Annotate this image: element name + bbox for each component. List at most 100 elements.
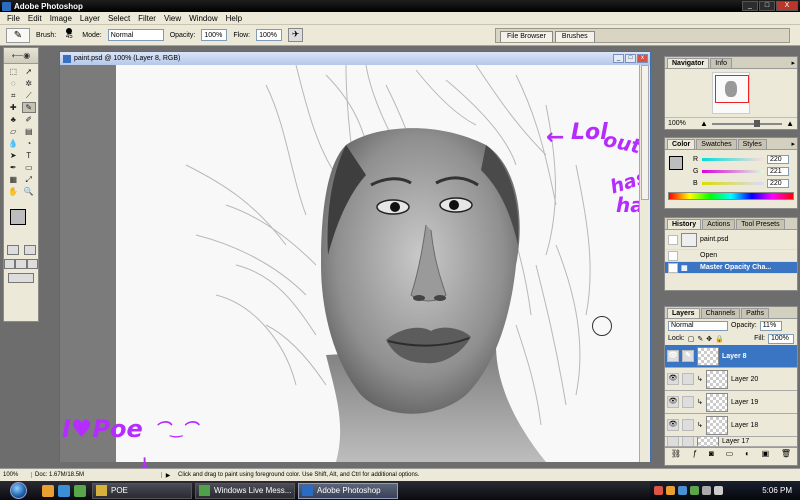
- tab-navigator[interactable]: Navigator: [667, 58, 710, 68]
- zoom-out-icon[interactable]: ▲: [700, 119, 708, 128]
- zoom-slider[interactable]: [711, 119, 783, 127]
- start-button[interactable]: [0, 481, 36, 500]
- layer-row-layer-8[interactable]: 👁 ✎ Layer 8: [665, 345, 797, 368]
- standard-mode-icon[interactable]: [6, 245, 19, 255]
- slice-tool-icon[interactable]: ⟋: [22, 90, 37, 101]
- mask-icon[interactable]: ◙: [709, 449, 714, 458]
- jump-to-imageready-icon[interactable]: [8, 273, 34, 283]
- blend-mode-select[interactable]: Normal: [668, 320, 728, 331]
- menu-help[interactable]: Help: [222, 14, 246, 23]
- maximize-button[interactable]: □: [759, 1, 775, 11]
- crop-tool-icon[interactable]: ⌗: [6, 90, 21, 101]
- layer-visibility-eye-icon[interactable]: 👁: [667, 350, 679, 362]
- layer-visibility-eye-icon[interactable]: 👁: [667, 373, 679, 385]
- foreground-color-swatch[interactable]: [10, 209, 26, 225]
- type-tool-icon[interactable]: T: [22, 150, 37, 161]
- close-button[interactable]: X: [776, 1, 798, 11]
- tab-history[interactable]: History: [667, 219, 702, 229]
- status-zoom[interactable]: 100%: [0, 472, 32, 478]
- lock-transparency-icon[interactable]: ▢: [688, 335, 695, 343]
- menu-layer[interactable]: Layer: [76, 14, 104, 23]
- eraser-tool-icon[interactable]: ▱: [6, 126, 21, 137]
- fill-field[interactable]: 100%: [768, 333, 794, 344]
- color-spectrum[interactable]: [668, 192, 794, 200]
- network-icon[interactable]: [702, 486, 711, 495]
- menu-filter[interactable]: Filter: [134, 14, 160, 23]
- lock-paint-icon[interactable]: ✎: [697, 335, 703, 343]
- menu-window[interactable]: Window: [185, 14, 221, 23]
- tab-channels[interactable]: Channels: [700, 308, 741, 318]
- toolbox-header[interactable]: ⟵◉: [4, 48, 38, 64]
- status-menu-arrow-icon[interactable]: ▶: [162, 472, 174, 479]
- task-windows-live-messenger[interactable]: Windows Live Mess...: [195, 482, 295, 499]
- lasso-tool-icon[interactable]: ◌: [6, 78, 21, 89]
- tab-actions[interactable]: Actions: [702, 219, 736, 229]
- magic-wand-tool-icon[interactable]: ✲: [22, 78, 37, 89]
- navigator-zoom[interactable]: 100%: [668, 120, 696, 127]
- color-slider-r[interactable]: [702, 157, 764, 161]
- notes-tool-icon[interactable]: ▦: [6, 174, 21, 185]
- tray-app-icon[interactable]: [666, 486, 675, 495]
- ie-icon[interactable]: [58, 484, 70, 497]
- color-fg-swatch[interactable]: [669, 156, 683, 170]
- set-icon[interactable]: ▭: [726, 449, 734, 458]
- shape-tool-icon[interactable]: ▭: [22, 162, 37, 173]
- adjust-icon[interactable]: ◐: [745, 449, 750, 458]
- tray-app-icon[interactable]: [690, 486, 699, 495]
- layer-row-layer-20[interactable]: 👁 ↳ Layer 20: [665, 368, 797, 391]
- full-screen-menu-icon[interactable]: [15, 259, 27, 269]
- hand-tool-icon[interactable]: ✋: [6, 186, 21, 197]
- minimize-button[interactable]: _: [742, 1, 758, 11]
- menu-file[interactable]: File: [3, 14, 24, 23]
- color-value-r[interactable]: 220: [767, 154, 789, 164]
- zoom-slider-thumb[interactable]: [754, 119, 761, 127]
- fx-icon[interactable]: ƒ: [693, 449, 697, 458]
- history-check[interactable]: [668, 262, 678, 273]
- tab-layers[interactable]: Layers: [667, 308, 700, 318]
- document-title-bar[interactable]: paint.psd @ 100% (Layer 8, RGB) _ □ x: [60, 52, 650, 65]
- blur-tool-icon[interactable]: 💧: [6, 138, 21, 149]
- airbrush-toggle[interactable]: ✈: [288, 28, 304, 42]
- history-check[interactable]: [668, 250, 678, 261]
- tab-paths[interactable]: Paths: [741, 308, 770, 318]
- brushes-tab[interactable]: Brushes: [554, 31, 595, 42]
- brush-tool-icon[interactable]: ✎: [21, 102, 36, 113]
- brush-picker[interactable]: 45: [62, 28, 76, 42]
- doc-close-button[interactable]: x: [637, 54, 648, 63]
- task-adobe-photoshop[interactable]: Adobe Photoshop: [298, 482, 398, 499]
- zoom-in-icon[interactable]: ▲: [786, 119, 794, 128]
- color-value-b[interactable]: 220: [767, 178, 789, 188]
- lock-all-icon[interactable]: 🔒: [715, 335, 724, 343]
- color-slider-b[interactable]: [702, 181, 764, 185]
- doc-minimize-button[interactable]: _: [613, 54, 624, 63]
- color-slider-g[interactable]: [702, 169, 764, 173]
- opacity-field[interactable]: 100%: [201, 29, 228, 41]
- move-tool-icon[interactable]: ➚: [22, 66, 37, 77]
- link-icon[interactable]: ⛓: [671, 449, 681, 458]
- layer-link-icon[interactable]: [682, 373, 694, 385]
- pen-tool-icon[interactable]: ✒: [6, 162, 21, 173]
- lock-move-icon[interactable]: ✥: [706, 335, 712, 343]
- healing-brush-tool-icon[interactable]: ✚: [6, 102, 21, 113]
- tray-app-icon[interactable]: [678, 486, 687, 495]
- color-palette-menu-icon[interactable]: ▸: [791, 140, 795, 148]
- history-item-master-opacity[interactable]: ▦ Master Opacity Cha...: [665, 262, 797, 274]
- menu-view[interactable]: View: [160, 14, 185, 23]
- task-poe[interactable]: POE: [92, 482, 192, 499]
- vertical-scrollbar[interactable]: [639, 65, 650, 462]
- tray-app-icon[interactable]: [654, 486, 663, 495]
- dodge-tool-icon[interactable]: ◔: [22, 138, 37, 149]
- clone-stamp-tool-icon[interactable]: ♣: [6, 114, 21, 125]
- tab-info[interactable]: Info: [710, 58, 732, 68]
- layer-visibility-eye-icon[interactable]: [667, 437, 679, 446]
- file-browser-tab[interactable]: File Browser: [500, 31, 553, 42]
- history-brush-tool-icon[interactable]: ✐: [22, 114, 37, 125]
- zoom-tool-icon[interactable]: 🔍: [22, 186, 37, 197]
- tab-color[interactable]: Color: [667, 139, 696, 149]
- menu-select[interactable]: Select: [104, 14, 134, 23]
- tab-styles[interactable]: Styles: [737, 139, 767, 149]
- volume-icon[interactable]: [714, 486, 723, 495]
- eyedropper-tool-icon[interactable]: ⤢: [22, 174, 37, 185]
- menu-image[interactable]: Image: [46, 14, 76, 23]
- status-doc-size[interactable]: Doc: 1.67M/18.5M: [32, 472, 162, 478]
